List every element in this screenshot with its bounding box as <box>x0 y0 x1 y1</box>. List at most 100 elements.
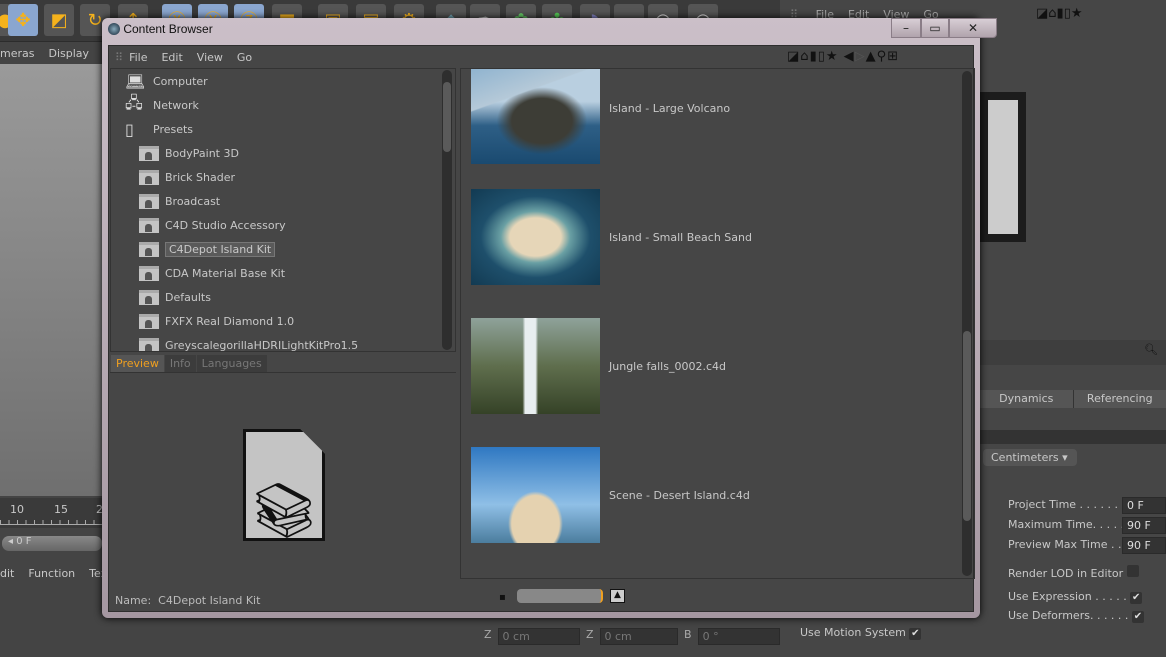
back-icon[interactable]: ◀ <box>844 49 855 64</box>
tab-dynamics[interactable]: Dynamics <box>980 390 1074 408</box>
home-icon[interactable]: ⌂ <box>800 49 809 64</box>
content-browser-window: Content Browser – ▭ ✕ ⠿ File Edit View Go ◪⌂… <box>102 18 997 618</box>
folder-icon <box>139 241 159 257</box>
search-icon[interactable]: 🔍︎ <box>1144 343 1158 356</box>
preview-max-label: Preview Max Time . . . <box>1008 538 1129 551</box>
tab-languages[interactable]: Languages <box>196 355 267 372</box>
search-icon[interactable]: ⚲ <box>877 49 888 64</box>
thumbnail-beach-sand[interactable] <box>471 189 600 285</box>
tree-item[interactable]: BodyPaint 3D <box>139 143 239 163</box>
frame-value: 0 F <box>16 536 32 547</box>
viewport[interactable] <box>0 64 102 496</box>
catalog-icon[interactable]: ▯ <box>818 49 826 64</box>
use-motion-checkbox[interactable]: ✔ <box>909 628 922 640</box>
attribute-tabs: Dynamics Referencing <box>980 390 1166 408</box>
up-icon[interactable]: ▲ <box>866 49 877 64</box>
browser-toolbar: ◪⌂▮▯★ ◀▷▲⚲⊞ <box>787 49 899 64</box>
preview-max-field[interactable]: 90 F <box>1122 537 1166 554</box>
menu-function[interactable]: Function <box>28 567 75 580</box>
coord-field[interactable]: 0 cm <box>599 628 679 645</box>
menu-file[interactable]: File <box>129 51 147 64</box>
thumbnail-jungle-falls[interactable] <box>471 318 600 414</box>
right-toolbar-icons[interactable]: ◪⌂▮▯★ <box>1036 6 1083 21</box>
item-list: Island - Large Volcano Island - Small Be… <box>460 68 975 579</box>
menu-edit[interactable]: Edit <box>161 51 182 64</box>
edit-icon[interactable]: ◪ <box>787 49 800 64</box>
tab-referencing[interactable]: Referencing <box>1073 390 1166 408</box>
title-bar[interactable]: Content Browser <box>108 22 213 36</box>
tree-item[interactable]: FXFX Real Diamond 1.0 <box>139 311 294 331</box>
item-label[interactable]: Island - Small Beach Sand <box>609 231 752 244</box>
small-thumb-icon[interactable]: ▪ <box>499 592 506 603</box>
list-scrollbar[interactable] <box>962 71 972 576</box>
tab-preview[interactable]: Preview <box>111 355 164 372</box>
cinema4d-logo-icon <box>108 23 120 35</box>
window-title: Content Browser <box>123 22 213 36</box>
large-thumb-icon[interactable]: ▲ <box>610 589 625 603</box>
minimize-button[interactable]: – <box>891 18 921 38</box>
tree-item-label: Network <box>153 98 199 112</box>
thumbnail-size-slider[interactable] <box>517 589 603 603</box>
use-deformers-row: Use Deformers. . . . . . ✔ <box>1008 609 1144 623</box>
computer-icon: 💻︎ <box>125 71 146 91</box>
folder-icon <box>139 145 159 161</box>
use-deformers-label: Use Deformers. . . . . . <box>1008 609 1129 622</box>
presets-icon[interactable]: ▮ <box>810 49 818 64</box>
close-button[interactable]: ✕ <box>949 18 997 38</box>
move-icon[interactable]: ✥ <box>8 4 38 36</box>
coord-field[interactable]: 0 cm <box>497 628 580 645</box>
new-tab-icon[interactable]: ⊞ <box>887 49 899 64</box>
tree-item-label: FXFX Real Diamond 1.0 <box>165 314 295 328</box>
menu-go[interactable]: Go <box>237 51 252 64</box>
tree-item[interactable]: Broadcast <box>139 191 220 211</box>
item-label[interactable]: Scene - Desert Island.c4d <box>609 489 750 502</box>
axis-label: B <box>684 628 692 641</box>
tree-item[interactable]: 💻︎ Computer <box>125 71 208 91</box>
use-deformers-checkbox[interactable]: ✔ <box>1131 611 1144 623</box>
tree-item[interactable]: 🖧 Network <box>125 93 199 115</box>
thumbnail-volcano[interactable] <box>471 69 600 164</box>
coord-field[interactable]: 0 ° <box>697 628 780 645</box>
tree-item[interactable]: C4D Studio Accessory <box>139 215 286 235</box>
item-label[interactable]: Jungle falls_0002.c4d <box>609 360 726 373</box>
axis-label: Z <box>585 628 594 641</box>
max-time-label: Maximum Time. . . . . . <box>1008 518 1132 531</box>
tree-item[interactable]: ▯ Presets <box>125 119 193 139</box>
maximize-button[interactable]: ▭ <box>921 18 949 38</box>
star-icon[interactable]: ★ <box>826 49 839 64</box>
project-time-field[interactable]: 0 F <box>1122 497 1166 514</box>
units-value: Centimeters <box>991 451 1059 464</box>
folder-icon <box>139 289 159 305</box>
preview-area: 📚︎ Name: C4Depot Island Kit <box>110 372 456 610</box>
menu-edit[interactable]: dit <box>0 567 14 580</box>
name-row: Name: C4Depot Island Kit <box>115 594 260 607</box>
timeline-ruler[interactable]: 10 15 2 <box>0 498 103 528</box>
folder-icon <box>139 337 159 351</box>
tree-item[interactable]: CDA Material Base Kit <box>139 263 285 283</box>
menu-display[interactable]: Display <box>48 47 89 60</box>
scale-icon[interactable]: ◩ <box>44 4 74 36</box>
menu-cameras[interactable]: meras <box>0 47 34 60</box>
use-expression-checkbox[interactable]: ✔ <box>1130 592 1143 604</box>
units-dropdown[interactable]: Centimeters ▾ <box>983 449 1077 466</box>
tree-item[interactable]: C4Depot Island Kit <box>139 239 276 259</box>
menu-view[interactable]: View <box>197 51 223 64</box>
tick-label: 10 <box>10 503 24 516</box>
frame-slider[interactable]: ◂ 0 F <box>2 536 102 551</box>
tree-item[interactable]: GreyscalegorillaHDRILightKitPro1.5 <box>139 335 358 351</box>
folder-icon <box>139 217 159 233</box>
coordinate-fields: Z 0 cm Z 0 cm B 0 ° <box>484 628 780 646</box>
folder-icon <box>139 169 159 185</box>
thumbnail-desert-island[interactable] <box>471 447 600 543</box>
item-label[interactable]: Island - Large Volcano <box>609 102 730 115</box>
preset-library-icon: 📚︎ <box>243 429 325 541</box>
tree-item[interactable]: Brick Shader <box>139 167 235 187</box>
tree-scrollbar[interactable] <box>442 70 452 350</box>
forward-icon[interactable]: ▷ <box>855 49 866 64</box>
folder-icon <box>139 265 159 281</box>
render-lod-checkbox[interactable] <box>1126 565 1139 577</box>
max-time-field[interactable]: 90 F <box>1122 517 1166 534</box>
tab-info[interactable]: Info <box>164 355 196 372</box>
tree-item[interactable]: Defaults <box>139 287 211 307</box>
tree-item-label: Brick Shader <box>165 170 236 184</box>
